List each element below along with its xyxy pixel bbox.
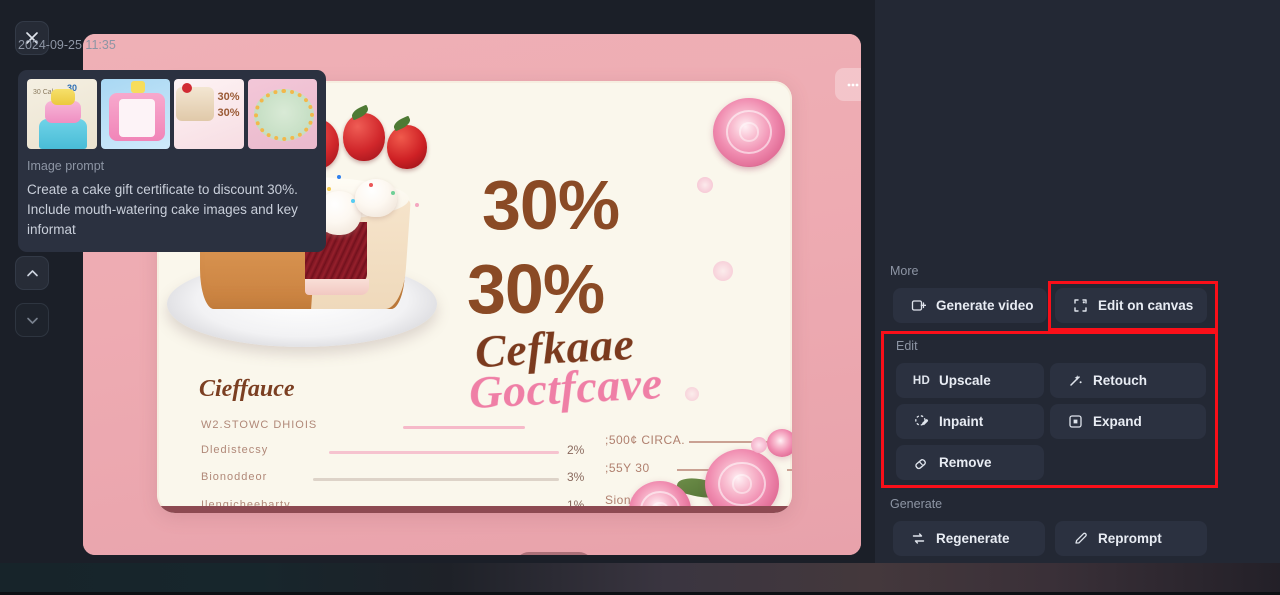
certificate-row-label: W2.STOWC DHIOIS (201, 419, 318, 431)
artwork-script-pink: Goctfcave (467, 356, 664, 419)
certificate-row-value: 3% (567, 470, 585, 484)
frosting-swirl (355, 179, 397, 217)
certificate-row-rule (313, 478, 559, 481)
cake-cream-layer (305, 279, 369, 295)
pencil-icon (1072, 531, 1089, 546)
retouch-button[interactable]: Retouch (1050, 363, 1206, 398)
generation-timestamp: 2024-09-25 11:35 (18, 38, 116, 52)
image-prompt-label: Image prompt (27, 159, 105, 173)
certificate-row-value: 1% (567, 498, 585, 512)
prompt-thumbnail[interactable]: 30% 30% (174, 79, 244, 149)
refresh-icon (910, 531, 927, 546)
sparkle-decoration (713, 261, 733, 281)
eraser-icon (913, 455, 930, 470)
flower-decoration (751, 437, 767, 453)
edit-on-canvas-button[interactable]: Edit on canvas (1055, 288, 1207, 323)
section-label-edit: Edit (896, 339, 918, 353)
more-options-button[interactable] (835, 68, 861, 101)
sparkle-decoration (685, 387, 699, 401)
inpaint-label: Inpaint (939, 414, 984, 429)
image-pagination[interactable]: ‹ 3/4 › (515, 552, 593, 555)
prompt-thumbnail[interactable] (247, 79, 317, 149)
expand-button[interactable]: Expand (1050, 404, 1206, 439)
rose-decoration (705, 449, 779, 513)
certificate-right-row: ;55Y 30 (605, 461, 650, 475)
prompt-thumbnail[interactable]: 30 Cake 30 (27, 79, 97, 149)
inpaint-button[interactable]: Inpaint (896, 404, 1044, 439)
discount-percent-secondary: 30% (467, 250, 605, 328)
generate-video-button[interactable]: Generate video (893, 288, 1047, 323)
cherry (387, 115, 427, 169)
reprompt-label: Reprompt (1098, 531, 1162, 546)
image-prompt-text: Create a cake gift certificate to discou… (27, 182, 298, 237)
regenerate-label: Regenerate (936, 531, 1010, 546)
chevron-down-icon (26, 317, 38, 324)
upscale-label: Upscale (939, 373, 991, 388)
desktop-taskbar-strip (0, 563, 1280, 595)
crop-frame-icon (1072, 298, 1089, 313)
certificate-row-value: 2% (567, 443, 585, 457)
chevron-up-icon (26, 269, 38, 276)
rose-decoration (713, 98, 785, 166)
certificate-row-label: Ilengicheebarty (201, 499, 291, 511)
section-label-more: More (890, 264, 919, 278)
certificate-row-rule (343, 506, 559, 509)
remove-button[interactable]: Remove (896, 445, 1044, 480)
expand-frame-icon (1067, 414, 1084, 429)
retouch-label: Retouch (1093, 373, 1147, 388)
prompt-thumbnail-strip: 30 Cake 30 30% 30% (27, 79, 317, 149)
certificate-right-row: ;500¢ CIRCA. (605, 433, 686, 447)
previous-image-button[interactable] (15, 256, 49, 290)
certificate-row-rule (329, 451, 559, 454)
more-horizontal-icon (847, 83, 859, 86)
certificate-title: Cieffauce (199, 376, 295, 402)
generate-video-label: Generate video (936, 298, 1034, 313)
magic-wand-icon (1067, 373, 1084, 388)
edit-on-canvas-label: Edit on canvas (1098, 298, 1194, 313)
rose-decoration (767, 429, 792, 457)
strawberry (343, 104, 385, 161)
section-label-generate: Generate (890, 497, 943, 511)
expand-label: Expand (1093, 414, 1142, 429)
remove-label: Remove (939, 455, 992, 470)
certificate-row-label: Dledistecsy (201, 444, 269, 456)
regenerate-button[interactable]: Regenerate (893, 521, 1045, 556)
image-detail-viewer: 30% 30% Cefkaae Goctfcave Cieffauce W2.S… (0, 0, 1280, 595)
sparkle-decoration (697, 177, 713, 193)
next-image-button[interactable] (15, 303, 49, 337)
certificate-row-rule (403, 426, 525, 429)
hd-icon: HD (912, 374, 931, 387)
upscale-button[interactable]: HD Upscale (896, 363, 1044, 398)
paint-brush-icon (913, 414, 930, 429)
certificate-row-label: Bionoddeor (201, 471, 268, 483)
prompt-thumbnail[interactable] (100, 79, 170, 149)
image-prompt-card[interactable]: 30 Cake 30 30% 30% Image prompt Create a… (18, 70, 326, 252)
reprompt-button[interactable]: Reprompt (1055, 521, 1207, 556)
discount-percent-primary: 30% (482, 166, 620, 244)
video-frame-icon (910, 298, 927, 313)
